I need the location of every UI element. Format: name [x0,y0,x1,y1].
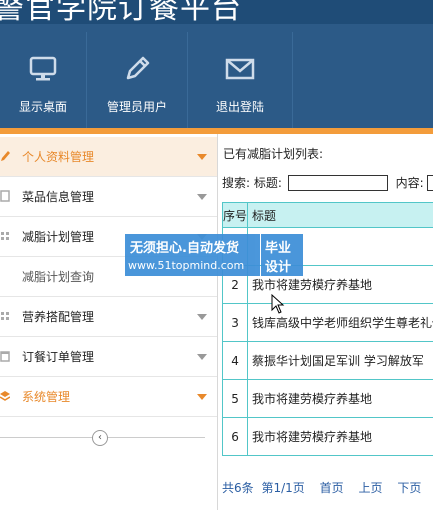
row-title[interactable]: 我市将建劳模疗养基地 [247,379,433,418]
watermark-line2: www.51topmind.com [128,259,245,272]
show-desktop-button[interactable]: 显示桌面 [0,32,86,128]
pager-first-link[interactable]: 首页 [320,481,344,495]
watermark-badge: 毕业 设计 [261,234,303,276]
nav-divider [292,32,293,128]
sidebar: 个人资料管理 菜品信息管理 减脂计划管理 减脂计划查询 营养搭配管理 订餐订单管… [0,134,218,510]
monitor-icon [29,56,57,81]
envelope-icon [225,58,255,80]
pencil-icon [126,56,150,80]
row-title[interactable]: 我市将建劳模疗养基地 [247,417,433,456]
sidebar-item-label: 菜品信息管理 [22,190,95,204]
row-title[interactable]: 蔡振华计划国足军训 学习解放军 [247,341,433,380]
search-title-label: 搜索: 标题: [222,176,282,190]
sidebar-item-label: 订餐订单管理 [22,350,95,364]
pager-prev-link[interactable]: 上页 [358,481,382,495]
sidebar-item-label: 减脂计划管理 [22,230,95,244]
document-icon [0,190,10,202]
table-row[interactable]: 6 我市将建劳模疗养基地 [221,417,433,456]
grid-icon [1,312,9,320]
chevron-down-icon [197,154,207,160]
search-content-input[interactable] [427,174,433,191]
sidebar-item-label: 营养搭配管理 [22,310,95,324]
watermark-badge-line1: 毕业 [265,241,292,256]
sidebar-item-system[interactable]: 系统管理 [0,377,217,417]
logout-label: 退出登陆 [215,100,264,114]
sidebar-item-label: 个人资料管理 [22,150,95,164]
row-index: 4 [221,341,249,380]
chevron-down-icon [197,354,207,360]
sidebar-item-dishes[interactable]: 菜品信息管理 [0,177,217,217]
chevron-down-icon [197,394,207,400]
sidebar-item-label: 减脂计划查询 [22,270,95,284]
chevron-down-icon [197,194,207,200]
table-row[interactable]: 5 我市将建劳模疗养基地 [221,379,433,418]
layers-icon [0,391,10,401]
admin-user-button[interactable]: 管理员用户 [87,32,187,128]
pager-total: 共6条 [222,481,254,495]
watermark-badge-line2: 设计 [265,260,292,275]
table-row[interactable]: 3 钱库高级中学老师组织学生尊老礼仪 [221,303,433,342]
row-index: 5 [221,379,249,418]
watermark-line1: 无须担心.自动发货 [130,241,239,256]
site-title: 警官学院订餐平台 [0,0,242,26]
mouse-cursor-icon [271,294,285,314]
table-header-row: 序号 标题 [221,202,433,228]
row-index: 6 [221,417,249,456]
sidebar-item-label: 系统管理 [22,390,71,404]
search-content-label: 内容: [395,176,424,190]
collapse-sidebar-button[interactable]: ‹ [92,430,108,446]
search-title-input[interactable] [287,174,388,191]
pager-page: 第1/1页 [261,481,305,495]
sidebar-item-nutrition[interactable]: 营养搭配管理 [0,297,217,337]
chevron-down-icon [197,314,207,320]
row-index: 3 [221,303,249,342]
show-desktop-label: 显示桌面 [18,100,67,114]
sidebar-item-orders[interactable]: 订餐订单管理 [0,337,217,377]
list-caption: 已有减脂计划列表: [223,147,324,161]
column-header-index: 序号 [221,202,249,228]
calendar-icon [0,351,10,362]
logout-button[interactable]: 退出登陆 [188,32,292,128]
pager-next-link[interactable]: 下页 [397,481,421,495]
main-content: 已有减脂计划列表: 搜索: 标题: 内容: 序号 标题 1 2 我市将建劳模疗养… [218,134,433,510]
search-bar: 搜索: 标题: 内容: [222,174,433,191]
sidebar-item-profile[interactable]: 个人资料管理 [0,137,217,177]
table-row[interactable]: 4 蔡振华计划国足军训 学习解放军 [221,341,433,380]
watermark-banner: 无须担心.自动发货 www.51topmind.com [125,234,260,276]
grid-icon [1,232,9,240]
pagination: 共6条 第1/1页 首页 上页 下页 [222,479,432,496]
pencil-icon [1,151,10,161]
column-header-title: 标题 [247,202,433,228]
top-header: 警官学院订餐平台 显示桌面 管理员用户 退出登陆 [0,0,433,128]
admin-user-label: 管理员用户 [106,100,167,114]
